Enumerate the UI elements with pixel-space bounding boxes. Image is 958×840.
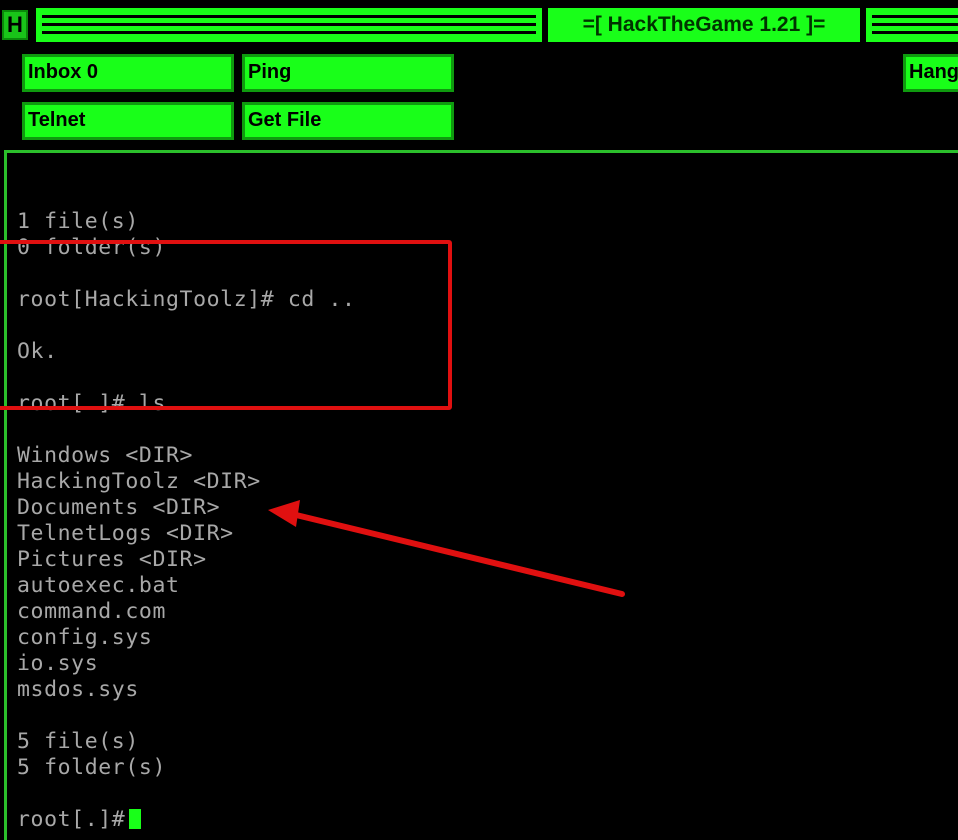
- title-bar[interactable]: H =[ HackTheGame 1.21 ]=: [0, 0, 958, 44]
- terminal-line: autoexec.bat: [17, 573, 180, 598]
- terminal-line: config.sys: [17, 625, 153, 650]
- terminal-line: Windows <DIR>: [17, 443, 194, 468]
- terminal-line: Pictures <DIR>: [17, 547, 207, 572]
- terminal-line: root[.]#: [17, 807, 356, 833]
- title-bar-stripes-left: [36, 8, 542, 42]
- terminal-window[interactable]: 1 file(s) 0 folder(s) root[HackingToolz]# …: [4, 150, 958, 840]
- terminal-output: 1 file(s) 0 folder(s) root[HackingToolz]# …: [17, 183, 356, 833]
- title-bar-stripes-right: [866, 8, 958, 42]
- terminal-line: 5 folder(s): [17, 755, 166, 780]
- terminal-line: root[HackingToolz]# cd ..: [17, 287, 356, 312]
- terminal-line: msdos.sys: [17, 677, 139, 702]
- terminal-line: 5 file(s): [17, 729, 139, 754]
- ping-button[interactable]: Ping: [242, 54, 454, 92]
- terminal-line: io.sys: [17, 651, 99, 676]
- terminal-line: command.com: [17, 599, 166, 624]
- terminal-cursor: [129, 809, 142, 829]
- terminal-line: 0 folder(s): [17, 235, 166, 260]
- terminal-line: root[.]# ls: [17, 391, 166, 416]
- terminal-line: 1 file(s): [17, 209, 139, 234]
- app-icon[interactable]: H: [2, 10, 28, 40]
- terminal-line: HackingToolz <DIR>: [17, 469, 261, 494]
- get-file-button[interactable]: Get File: [242, 102, 454, 140]
- telnet-button[interactable]: Telnet: [22, 102, 234, 140]
- window-title: =[ HackTheGame 1.21 ]=: [548, 8, 860, 42]
- inbox-button[interactable]: Inbox 0: [22, 54, 234, 92]
- terminal-line: Ok.: [17, 339, 58, 364]
- terminal-line: Documents <DIR>: [17, 495, 221, 520]
- terminal-line: TelnetLogs <DIR>: [17, 521, 234, 546]
- hang-button[interactable]: Hang: [903, 54, 958, 92]
